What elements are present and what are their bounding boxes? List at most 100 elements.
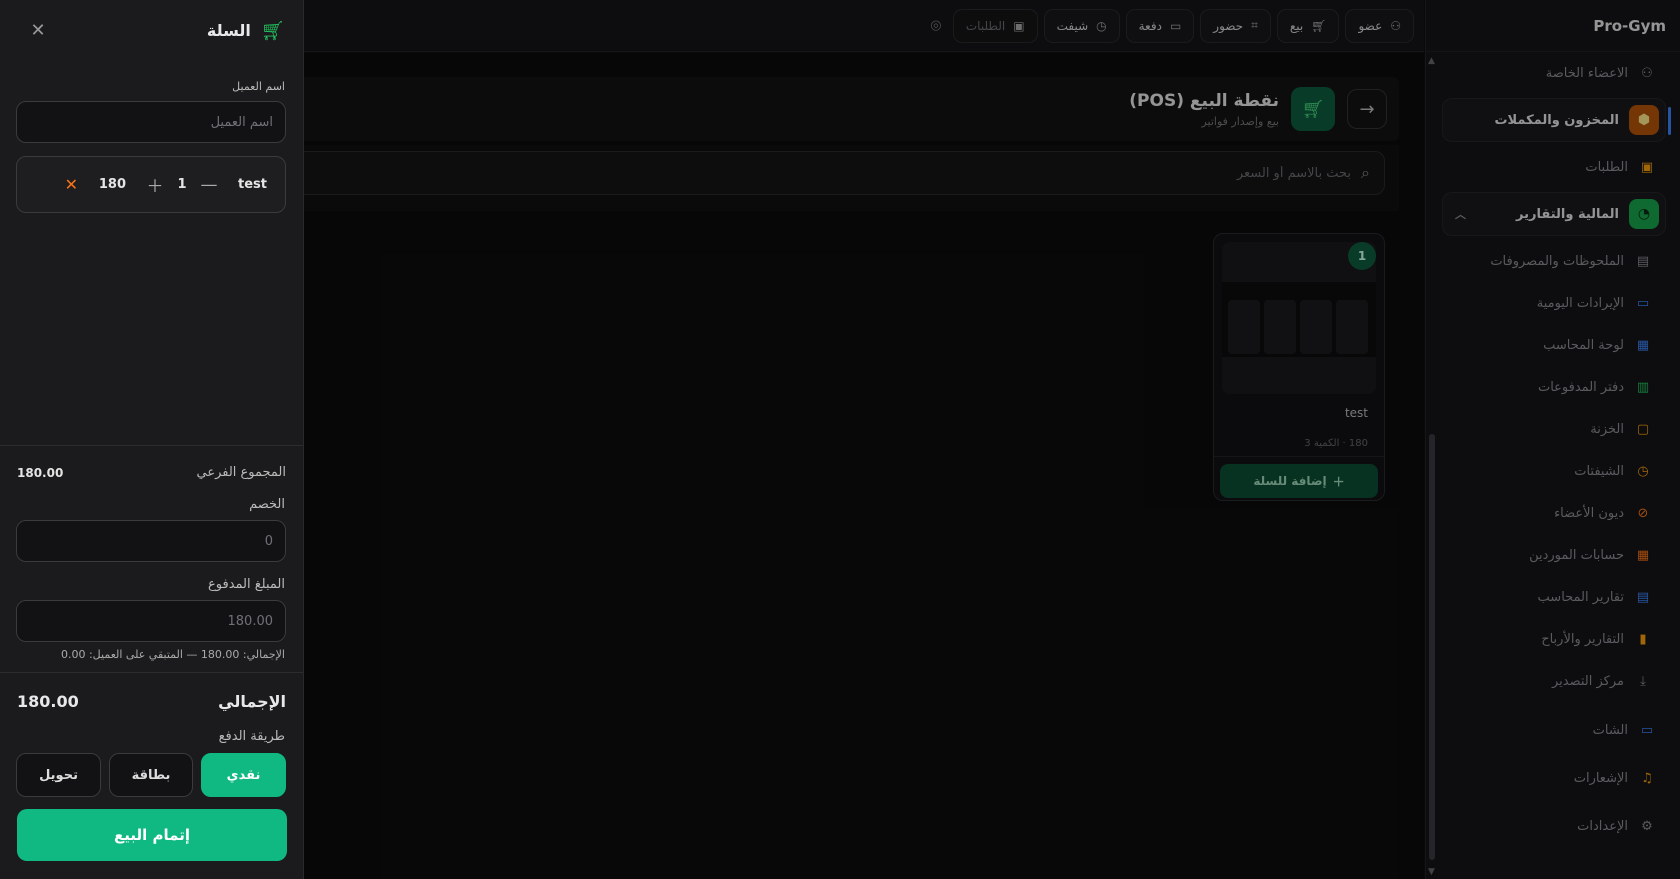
sidebar-item-orders[interactable]: ▣ الطلبات bbox=[1442, 146, 1666, 188]
paid-amount-input[interactable] bbox=[29, 613, 273, 629]
quick-action-payment[interactable]: ▭ دفعة bbox=[1125, 8, 1195, 43]
report-icon: ▤ bbox=[1636, 589, 1650, 605]
product-card[interactable]: 1 test 180 · الكمية 3 ＋ إضافة للسلة bbox=[1213, 233, 1385, 501]
money-icon: ▭ bbox=[1169, 18, 1182, 33]
line-item-name: test bbox=[238, 177, 267, 192]
payment-transfer-button[interactable]: تحويل bbox=[16, 753, 101, 797]
sidebar-group-inventory[interactable]: ⬢ المخزون والمكملات bbox=[1442, 98, 1671, 142]
store-icon: ▦ bbox=[1636, 547, 1650, 563]
sidebar-group-finance[interactable]: ◔ المالية والتقارير ︿ bbox=[1442, 192, 1666, 236]
chart-pie-icon: ◔ bbox=[1629, 199, 1659, 229]
download-icon: ⤓ bbox=[1640, 673, 1646, 689]
sidebar-item-label: الخزنة bbox=[1590, 421, 1624, 437]
sidebar-item-label: الإعدادات bbox=[1577, 818, 1628, 834]
sidebar-item-member-debts[interactable]: ⊘ ديون الأعضاء bbox=[1442, 492, 1666, 534]
sidebar-group-label: المخزون والمكملات bbox=[1494, 112, 1619, 128]
cart-icon: 🛒︎ bbox=[260, 20, 285, 42]
quick-action-attendance[interactable]: ⌗ حضور bbox=[1200, 8, 1271, 43]
clock-icon: ◷ bbox=[1637, 463, 1649, 479]
quick-action-label: دفعة bbox=[1138, 18, 1162, 33]
close-icon: ✕ bbox=[30, 19, 46, 41]
quick-action-sale[interactable]: 🛒︎ بيع bbox=[1276, 8, 1340, 43]
sidebar-item-supplier-accounts[interactable]: ▦ حسابات الموردين bbox=[1442, 534, 1666, 576]
quick-action-label: حضور bbox=[1213, 18, 1244, 33]
sidebar-group-label: المالية والتقارير bbox=[1516, 206, 1619, 222]
quick-action-shift[interactable]: ◷ شيفت bbox=[1043, 8, 1120, 43]
sidebar-item-label: ديون الأعضاء bbox=[1554, 505, 1624, 521]
sidebar-item-label: دفتر المدفوعات bbox=[1537, 379, 1624, 395]
grid-icon: ▦ bbox=[1636, 337, 1650, 353]
chevron-up-icon[interactable]: ︿ bbox=[1455, 206, 1466, 222]
bag-icon: ▣ bbox=[1013, 18, 1025, 33]
subtotal-row: المجموع الفرعي 180.00 bbox=[17, 465, 286, 480]
product-count-badge: 1 bbox=[1348, 242, 1376, 270]
sidebar-item-label: الطلبات bbox=[1585, 159, 1628, 175]
search-icon: ⌕ bbox=[1361, 163, 1370, 182]
payment-cash-button[interactable]: نقدي bbox=[201, 753, 286, 797]
scroll-down-icon[interactable]: ▼ bbox=[1428, 867, 1435, 877]
sidebar-item-label: الملحوظات والمصروفات bbox=[1490, 253, 1624, 269]
close-button[interactable]: ✕ bbox=[26, 18, 50, 42]
back-button[interactable]: → bbox=[1347, 89, 1387, 129]
sidebar-item-settings[interactable]: ⚙ الإعدادات bbox=[1442, 802, 1666, 850]
sidebar-item-reports-profits[interactable]: ▮ التقارير والأرباح bbox=[1442, 618, 1666, 660]
user-plus-icon: ⚇ bbox=[1390, 18, 1401, 33]
chat-icon: ▭ bbox=[1640, 722, 1654, 738]
search-input[interactable] bbox=[951, 165, 1352, 181]
bag-icon: ▣ bbox=[1640, 159, 1654, 175]
sidebar-item-label: الاعضاء الخاصة bbox=[1545, 65, 1628, 81]
discount-input[interactable] bbox=[29, 533, 273, 549]
sidebar-item-accountant-reports[interactable]: ▤ تقارير المحاسب bbox=[1442, 576, 1666, 618]
increase-qty-button[interactable]: ＋ bbox=[146, 172, 164, 197]
sidebar-scrollbar[interactable]: ▲ ▼ bbox=[1428, 52, 1436, 879]
subtotal-label: المجموع الفرعي bbox=[196, 465, 286, 480]
sidebar-item-treasury[interactable]: ▢ الخزنة bbox=[1442, 408, 1666, 450]
sidebar-item-shifts[interactable]: ◷ الشيفتات bbox=[1442, 450, 1666, 492]
cart-icon: 🛒︎ bbox=[1311, 18, 1327, 33]
customer-name-input[interactable] bbox=[29, 114, 273, 130]
sidebar-item-payments-ledger[interactable]: ▥ دفتر المدفوعات bbox=[1442, 366, 1666, 408]
sidebar-item-chat[interactable]: ▭ الشات bbox=[1442, 706, 1666, 754]
quick-action-member[interactable]: ⚇ عضو bbox=[1345, 8, 1414, 43]
add-to-cart-button[interactable]: ＋ إضافة للسلة bbox=[1220, 464, 1378, 498]
sidebar-item-private-members[interactable]: ⚇ الاعضاء الخاصة bbox=[1442, 52, 1666, 94]
sidebar-item-export-center[interactable]: ⤓ مركز التصدير bbox=[1442, 660, 1666, 702]
scroll-up-icon[interactable]: ▲ bbox=[1428, 56, 1435, 66]
page-title: نقطة البيع (POS) bbox=[1129, 90, 1279, 111]
divider bbox=[0, 672, 303, 673]
sidebar-item-notes-expenses[interactable]: ▤ الملحوظات والمصروفات bbox=[1442, 240, 1666, 282]
quick-action-label: شيفت bbox=[1056, 18, 1089, 33]
sidebar-item-label: حسابات الموردين bbox=[1529, 547, 1624, 563]
total-label: الإجمالي bbox=[218, 692, 286, 711]
sidebar-item-notifications[interactable]: ♫ الإشعارات bbox=[1442, 754, 1666, 802]
ledger-icon: ▥ bbox=[1636, 379, 1650, 395]
sidebar-item-label: الشيفتات bbox=[1574, 463, 1624, 479]
discount-field bbox=[16, 520, 286, 562]
quick-action-label: بيع bbox=[1289, 18, 1304, 33]
bell-icon: ♫ bbox=[1641, 770, 1653, 786]
sidebar-item-daily-revenue[interactable]: ▭ الإيرادات اليومية bbox=[1442, 282, 1666, 324]
brand-logo: Pro-Gym bbox=[1426, 0, 1680, 52]
user-icon: ⚇ bbox=[1641, 65, 1653, 81]
cart-line-item: test — 1 ＋ 180 ✕ bbox=[16, 156, 286, 213]
paid-amount-label: المبلغ المدفوع bbox=[208, 577, 285, 592]
sidebar-item-label: مركز التصدير bbox=[1551, 673, 1624, 689]
clock-icon: ◷ bbox=[1096, 18, 1107, 33]
quick-action-orders[interactable]: ▣ الطلبات bbox=[952, 8, 1038, 43]
sidebar-item-accountant-dashboard[interactable]: ▦ لوحة المحاسب bbox=[1442, 324, 1666, 366]
product-name: test bbox=[1344, 406, 1368, 420]
payment-card-button[interactable]: بطاقة bbox=[109, 753, 193, 797]
divider bbox=[0, 445, 303, 446]
complete-sale-button[interactable]: إتمام البيع bbox=[17, 809, 287, 861]
remove-item-button[interactable]: ✕ bbox=[65, 175, 78, 194]
sidebar-item-label: التقارير والأرباح bbox=[1541, 631, 1624, 647]
cart-icon: 🛒︎ bbox=[1291, 87, 1335, 131]
divider bbox=[1214, 456, 1384, 457]
sidebar-item-label: الإيرادات اليومية bbox=[1536, 295, 1624, 311]
cart-title: السلة bbox=[206, 21, 251, 40]
gear-icon: ⚙ bbox=[1641, 818, 1653, 834]
check-circle-icon[interactable]: ◎ bbox=[925, 15, 947, 37]
scrollbar-thumb[interactable] bbox=[1429, 434, 1435, 860]
decrease-qty-button[interactable]: — bbox=[200, 175, 218, 195]
quick-action-label: الطلبات bbox=[965, 18, 1006, 33]
